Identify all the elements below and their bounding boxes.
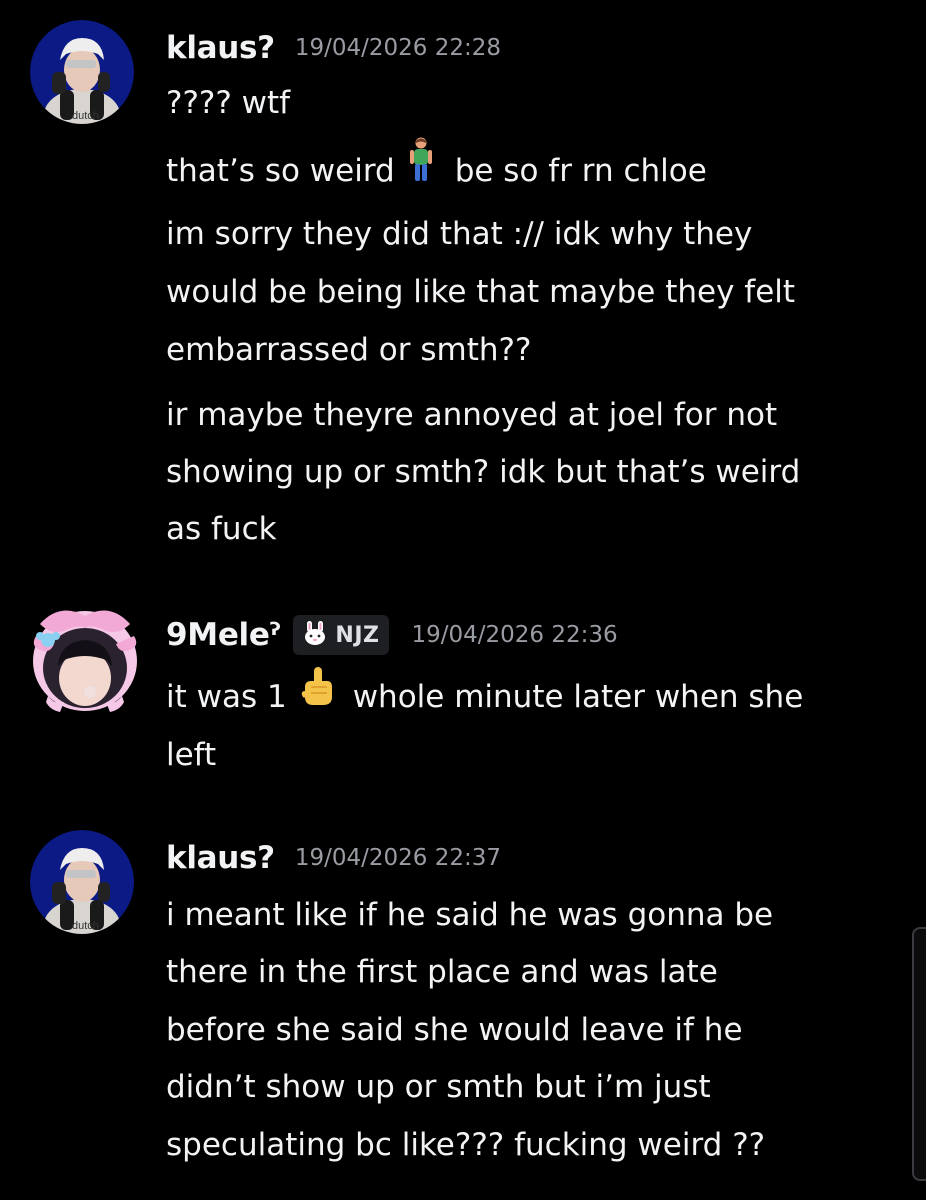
timestamp: 19/04/2026 22:36 xyxy=(411,622,618,648)
avatar-image xyxy=(33,610,137,712)
username[interactable]: 9Meleˀ xyxy=(166,617,280,653)
timestamp: 19/04/2026 22:28 xyxy=(294,35,502,61)
message-header: klaus? 19/04/2026 22:28 xyxy=(166,23,501,73)
message-line: would be being like that maybe they felt xyxy=(166,274,796,310)
username[interactable]: klaus? xyxy=(166,840,275,876)
message-line: ir maybe theyre annoyed at joel for not xyxy=(166,397,778,433)
message-text: whole minute later when she xyxy=(352,679,804,715)
message-line: im sorry they did that :// idk why they xyxy=(166,216,753,252)
message-line: that’s so weird be so fr rn chloe xyxy=(166,137,891,205)
message-line: left xyxy=(166,737,217,773)
avatar-image: dutch xyxy=(30,20,134,124)
message-text: it was 1 xyxy=(166,679,287,715)
message-line: didn’t show up or smth but i’m just xyxy=(166,1069,711,1105)
scrollbar[interactable] xyxy=(912,927,926,1181)
avatar-caption: dutch xyxy=(72,920,99,932)
message-line: showing up or smth? idk but that’s weird xyxy=(166,454,801,490)
username[interactable]: klaus? xyxy=(166,30,275,66)
message-line: there in the first place and was late xyxy=(166,954,718,990)
message-text: be so fr rn chloe xyxy=(454,153,707,189)
index-pointing-up-emoji xyxy=(299,665,335,726)
message-text: that’s so weird xyxy=(166,153,395,189)
avatar-image: dutch xyxy=(30,830,134,934)
message-line: i meant like if he said he was gonna be xyxy=(166,897,774,933)
server-tag[interactable]: NJZ xyxy=(293,615,390,655)
message-line: speculating bc like??? fucking weird ?? xyxy=(166,1127,766,1163)
avatar[interactable]: dutch xyxy=(30,20,134,124)
bunny-icon xyxy=(301,620,329,650)
message-line: before she said she would leave if he xyxy=(166,1012,743,1048)
message-line: as fuck xyxy=(166,511,277,547)
message-line: it was 1 whole minute later when she xyxy=(166,665,891,729)
message-line: ???? wtf xyxy=(166,85,291,121)
timestamp: 19/04/2026 22:37 xyxy=(294,845,502,871)
tag-label: NJZ xyxy=(335,622,380,648)
message-line: embarrassed or smth?? xyxy=(166,332,532,368)
avatar[interactable]: dutch xyxy=(30,830,134,934)
avatar-caption: dutch xyxy=(72,110,99,122)
message-header: klaus? 19/04/2026 22:37 xyxy=(166,833,501,883)
message-header: 9Meleˀ NJZ 19/04/2026 22:36 xyxy=(166,610,618,660)
person-standing-emoji xyxy=(407,137,435,202)
avatar[interactable] xyxy=(30,606,137,712)
